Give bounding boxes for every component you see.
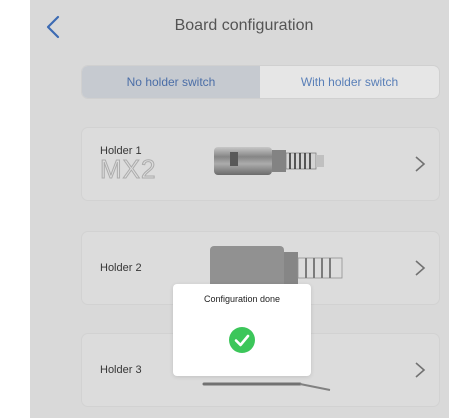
check-circle-icon: [229, 327, 255, 353]
app-screen: Board configuration No holder switch Wit…: [30, 0, 449, 418]
dialog-message: Configuration done: [203, 294, 281, 304]
configuration-done-dialog: Configuration done: [173, 284, 311, 376]
